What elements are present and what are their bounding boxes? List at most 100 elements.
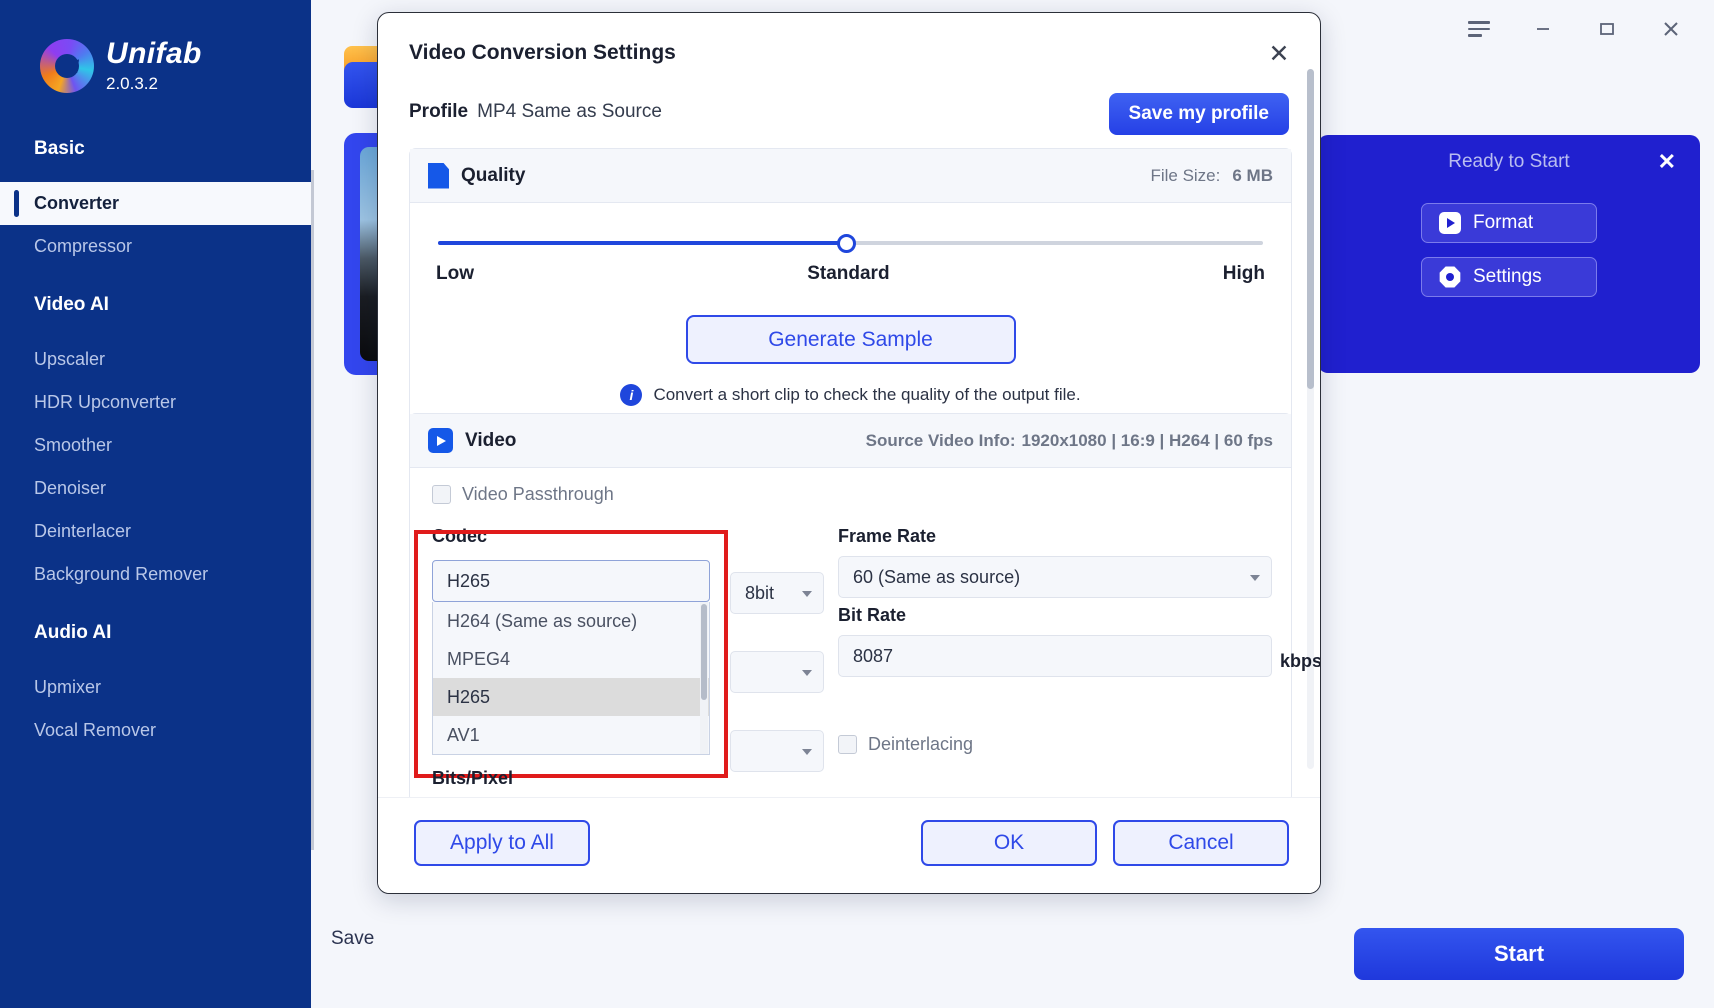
cancel-button[interactable]: Cancel [1113, 820, 1289, 866]
sidebar: Unifab 2.0.3.2 Basic Converter Compresso… [0, 0, 311, 1008]
sidebar-item-background-remover[interactable]: Background Remover [0, 553, 311, 596]
dialog-close-icon[interactable]: ✕ [1262, 37, 1296, 71]
video-passthrough-checkbox[interactable] [432, 485, 451, 504]
sidebar-item-converter[interactable]: Converter [0, 181, 311, 225]
sidebar-item-label: Vocal Remover [34, 719, 157, 740]
source-video-info-label: Source Video Info: [865, 431, 1016, 450]
chevron-down-icon [802, 670, 812, 676]
deinterlacing-checkbox[interactable] [838, 735, 857, 754]
quality-title: Quality [461, 164, 526, 186]
minimize-icon[interactable] [1526, 14, 1560, 44]
gear-icon [1439, 266, 1461, 288]
sidebar-item-deinterlacer[interactable]: Deinterlacer [0, 510, 311, 553]
quality-slider-fill [438, 241, 847, 245]
codec-options-list[interactable]: H264 (Same as source) MPEG4 H265 AV1 [432, 602, 710, 755]
sidebar-item-smoother[interactable]: Smoother [0, 424, 311, 467]
profile-label: Profile [409, 101, 469, 122]
document-icon [428, 162, 449, 189]
app-logo: Unifab 2.0.3.2 [0, 0, 311, 94]
codec-select[interactable]: H265 [432, 560, 710, 602]
quality-section-header: Quality File Size: 6 MB [410, 149, 1291, 203]
profile-row: Profile MP4 Same as Source [409, 101, 662, 123]
quality-slider-handle[interactable] [836, 233, 856, 253]
format-play-icon [1439, 212, 1461, 234]
chevron-down-icon [1250, 575, 1260, 581]
resolution-select[interactable] [730, 651, 824, 693]
sidebar-item-label: Compressor [34, 235, 133, 256]
sidebar-item-compressor[interactable]: Compressor [0, 225, 311, 268]
deinterlacing-label: Deinterlacing [868, 734, 974, 754]
ready-panel-close-icon[interactable]: ✕ [1658, 151, 1676, 173]
sidebar-item-label: Background Remover [34, 563, 209, 584]
bits-per-pixel-label: Bits/Pixel [432, 768, 514, 788]
settings-button-label: Settings [1473, 266, 1542, 287]
sidebar-item-label: Upscaler [34, 348, 106, 369]
format-button[interactable]: Format [1421, 203, 1597, 243]
ok-button[interactable]: OK [921, 820, 1097, 866]
video-passthrough-row[interactable]: Video Passthrough [432, 484, 1269, 505]
sidebar-item-upmixer[interactable]: Upmixer [0, 666, 311, 709]
ready-panel-title: Ready to Start [1448, 151, 1570, 172]
quality-label-low: Low [436, 263, 474, 284]
chevron-down-icon [802, 591, 812, 597]
generate-sample-note: i Convert a short clip to check the qual… [436, 384, 1265, 406]
app-version: 2.0.3.2 [106, 73, 158, 93]
codec-dropdown[interactable]: H265 H264 (Same as source) MPEG4 H265 AV… [414, 530, 728, 778]
quality-label-high: High [1222, 263, 1265, 284]
generate-sample-note-text: Convert a short clip to check the qualit… [653, 385, 1081, 404]
format-button-label: Format [1473, 212, 1534, 233]
video-conversion-settings-dialog: Video Conversion Settings ✕ Profile MP4 … [377, 12, 1321, 894]
app-brand-name: Unifab [106, 37, 202, 70]
bit-rate-unit: kbps [1280, 651, 1321, 671]
sidebar-item-label: HDR Upconverter [34, 391, 177, 412]
video-section: Video Source Video Info: 1920x1080 | 16:… [409, 413, 1320, 803]
settings-button[interactable]: Settings [1421, 257, 1597, 297]
hamburger-icon[interactable] [1462, 14, 1496, 44]
bit-depth-select[interactable]: 8bit [730, 572, 824, 614]
video-passthrough-label: Video Passthrough [462, 484, 614, 504]
sidebar-item-upscaler[interactable]: Upscaler [0, 338, 311, 381]
codec-option-h264[interactable]: H264 (Same as source) [433, 602, 709, 640]
quality-label-standard: Standard [807, 263, 890, 284]
quality-slider[interactable] [438, 233, 1263, 253]
codec-option-label: AV1 [447, 724, 480, 745]
save-my-profile-button[interactable]: Save my profile [1108, 93, 1289, 135]
sidebar-group-basic: Basic [34, 137, 85, 159]
deinterlacing-row[interactable]: Deinterlacing [838, 734, 973, 755]
codec-list-scrollbar[interactable] [700, 602, 708, 754]
ready-panel: Ready to Start ✕ Format Settings [1318, 135, 1700, 373]
application-window: Unifab 2.0.3.2 Basic Converter Compresso… [0, 0, 1714, 1008]
video-body: Video Passthrough Codec H265 H264 (Same … [410, 468, 1320, 788]
frame-rate-value: 60 (Same as source) [853, 566, 1021, 587]
quality-section: Quality File Size: 6 MB Low Standard Hig… [409, 148, 1292, 425]
sidebar-item-label: Smoother [34, 434, 113, 455]
file-size-value: 6 MB [1232, 166, 1273, 185]
frame-rate-select[interactable]: 60 (Same as source) [838, 556, 1272, 598]
codec-option-av1[interactable]: AV1 [433, 716, 709, 754]
maximize-icon[interactable] [1590, 14, 1624, 44]
sidebar-group-video-ai: Video AI [34, 293, 109, 315]
close-icon[interactable] [1654, 14, 1688, 44]
sidebar-item-hdr-upconverter[interactable]: HDR Upconverter [0, 381, 311, 424]
bit-depth-value: 8bit [745, 582, 775, 603]
source-video-info: Source Video Info: 1920x1080 | 16:9 | H2… [866, 414, 1273, 468]
file-size-readout: File Size: 6 MB [1150, 149, 1273, 203]
codec-field: Codec H265 H264 (Same as source) MPEG4 H… [414, 526, 728, 778]
codec-option-mpeg4[interactable]: MPEG4 [433, 640, 709, 678]
encode-method-select[interactable] [730, 730, 824, 772]
profile-value: MP4 Same as Source [477, 101, 662, 122]
bit-rate-label: Bit Rate [838, 605, 907, 625]
frame-rate-field: Frame Rate 60 (Same as source) [838, 526, 1272, 598]
apply-to-all-button[interactable]: Apply to All [414, 820, 590, 866]
generate-sample-button[interactable]: Generate Sample [685, 315, 1016, 364]
sidebar-item-denoiser[interactable]: Denoiser [0, 467, 311, 510]
codec-option-label: H265 [447, 686, 491, 707]
sidebar-item-vocal-remover[interactable]: Vocal Remover [0, 709, 311, 752]
source-video-info-value: 1920x1080 | 16:9 | H264 | 60 fps [1021, 431, 1274, 450]
bit-depth-field: 8bit [730, 572, 824, 614]
codec-option-h265[interactable]: H265 [433, 678, 709, 716]
file-size-label: File Size: [1150, 166, 1221, 185]
bit-rate-input[interactable]: 8087 [838, 635, 1272, 677]
sidebar-item-label: Denoiser [34, 477, 107, 498]
start-button[interactable]: Start [1354, 928, 1684, 980]
